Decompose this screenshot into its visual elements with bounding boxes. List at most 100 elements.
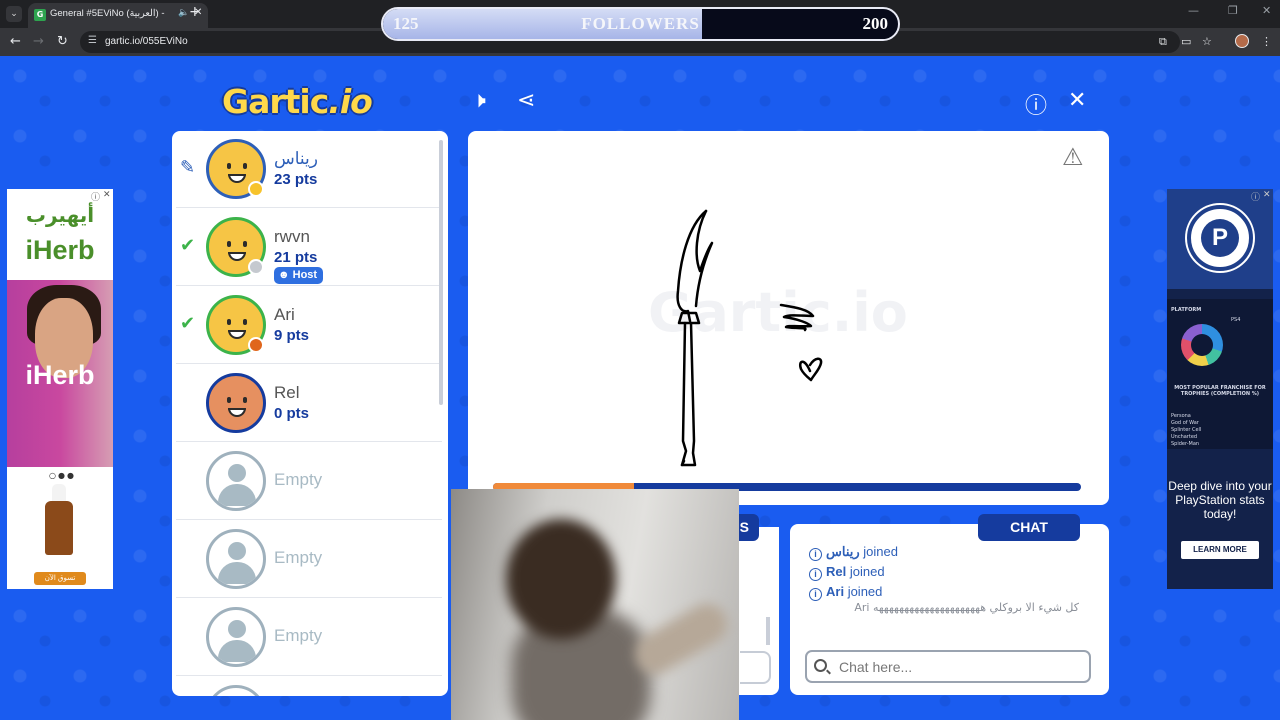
status-badge [248, 337, 264, 353]
ad-info-icon[interactable]: ⓘ [91, 190, 100, 203]
player-name: ريناس [274, 149, 319, 168]
ad-header: P [1167, 189, 1273, 289]
empty-label: Empty [274, 548, 323, 567]
logo-suffix: .io [328, 82, 373, 121]
player-points: 23 pts [274, 171, 318, 188]
tab-search-icon[interactable]: ⌄ [6, 6, 22, 22]
drawing-canvas[interactable]: Gartic.io ⚠ [468, 131, 1109, 505]
bottle-image [45, 501, 73, 555]
ad-ps4-label: PS4 [1231, 317, 1241, 323]
site-info-icon[interactable]: ☰ [88, 35, 97, 46]
new-tab-button[interactable]: + [189, 4, 201, 20]
sound-icon[interactable]: 🕨 [472, 88, 486, 113]
empty-slot: Empty [176, 443, 442, 520]
ad-game: Spider-Man [1171, 441, 1200, 447]
player-points: 9 pts [274, 327, 310, 344]
player-row: ✔ Ari 9 pts [176, 287, 442, 364]
left-ad[interactable]: ⓘ ✕ أيهيرب iHerb iHerb ○●● تسوق الآن [7, 189, 113, 589]
ad-photo: iHerb [7, 280, 113, 467]
empty-slot: Empty [176, 599, 442, 676]
followers-label: FOLLOWERS [581, 14, 700, 33]
empty-avatar-icon [206, 529, 266, 589]
bottle-icon [52, 484, 66, 502]
reload-icon[interactable]: ↻ [57, 34, 68, 49]
players-scrollbar[interactable] [439, 140, 443, 405]
empty-label: Empty [274, 470, 323, 489]
info-icon: i [809, 568, 822, 581]
info-icon[interactable]: ⓘ [1025, 88, 1047, 120]
player-row: ✔ rwvn 21 pts ☻ Host [176, 209, 442, 286]
exit-icon[interactable]: ✕ [1068, 88, 1086, 113]
forward-arrow-icon[interactable]: → [33, 34, 44, 49]
donut-chart-icon [1181, 324, 1223, 366]
bookmark-star-icon[interactable]: ☆ [1202, 35, 1212, 48]
player-points: 0 pts [274, 405, 310, 422]
empty-avatar-icon [206, 607, 266, 667]
answer-input[interactable] [740, 651, 771, 684]
pencil-icon: ✎ [180, 157, 196, 178]
gartic-logo[interactable]: Gartic.io [222, 82, 373, 121]
logo-text: Gartic [222, 82, 329, 121]
player-row: Rel 0 pts [176, 365, 442, 442]
chat-user: Rel [826, 564, 847, 579]
followers-goal: 200 [862, 14, 889, 33]
back-arrow-icon[interactable]: ← [10, 34, 21, 49]
ad-shop-button[interactable]: تسوق الآن [34, 572, 86, 585]
browser-tab[interactable]: G General #5EViNo (العربية) - 🔈 ✕ [28, 3, 208, 28]
cast-icon[interactable]: ▭ [1181, 35, 1191, 48]
chat-input-box[interactable] [805, 650, 1091, 683]
ad-game: Persona [1171, 413, 1191, 419]
check-icon: ✔ [180, 235, 196, 256]
status-badge [248, 259, 264, 275]
followers-goal-bar: 125 FOLLOWERS 200 [381, 7, 900, 41]
chat-join-line: i ريناس joined [809, 544, 898, 561]
info-icon: i [809, 588, 822, 601]
player-name: Rel [274, 383, 300, 402]
right-ad[interactable]: P ⓘ ✕ PLATFORM PS4 MOST POPULAR FRANCHIS… [1167, 189, 1273, 589]
chat-input[interactable] [839, 657, 1079, 677]
url-text[interactable]: gartic.io/055EViNo [105, 36, 188, 47]
empty-label: Empty [274, 626, 323, 645]
chat-tab[interactable]: CHAT [978, 514, 1080, 541]
profile-avatar[interactable] [1235, 34, 1249, 48]
learn-more-button[interactable]: LEARN MORE [1181, 541, 1259, 559]
status-badge [248, 181, 264, 197]
ad-chart: PLATFORM PS4 MOST POPULAR FRANCHISE FOR … [1167, 299, 1273, 449]
maximize-icon[interactable]: ❐ [1228, 4, 1238, 17]
empty-avatar-icon [206, 451, 266, 511]
search-icon [814, 659, 827, 672]
player-points: 21 pts [274, 249, 318, 266]
minimize-icon[interactable]: — [1188, 4, 1199, 17]
player-name: Ari [274, 305, 295, 324]
chat-user: ريناس [826, 544, 860, 559]
ad-close-icon[interactable]: ✕ [1263, 190, 1271, 200]
player-row: ✎ ريناس 23 pts [176, 131, 442, 208]
drawing-strokes [676, 209, 823, 467]
answers-scrollbar[interactable] [766, 617, 770, 645]
player-name: rwvn [274, 227, 310, 246]
ad-game: Uncharted [1171, 434, 1198, 440]
gartic-favicon-icon: G [34, 9, 46, 21]
carousel-dots[interactable]: ○●● [49, 471, 76, 480]
chat-text: joined [863, 544, 898, 559]
ad-info-icon[interactable]: ⓘ [1251, 190, 1260, 203]
chat-text: joined [849, 564, 885, 579]
ad-close-icon[interactable]: ✕ [103, 190, 111, 200]
players-panel: ✎ ريناس 23 pts ✔ rwvn 21 pts ☻ Host ✔ Ar… [172, 131, 448, 696]
host-badge: ☻ Host [274, 267, 324, 284]
window-close-icon[interactable]: ✕ [1262, 4, 1271, 17]
kebab-menu-icon[interactable]: ⋮ [1261, 35, 1272, 48]
ad-arabic-brand: أيهيرب [25, 203, 95, 227]
translate-icon[interactable]: ⧉ [1159, 35, 1167, 49]
host-label: Host [292, 269, 318, 281]
share-icon[interactable]: ⋖ [517, 88, 535, 113]
speaker-icon[interactable]: 🔈 [178, 8, 189, 18]
check-icon: ✔ [180, 313, 196, 334]
chat-join-line: i Ari joined [809, 584, 882, 601]
ad-body-text: Deep dive into your PlayStation stats to… [1168, 479, 1272, 521]
tab-title: General #5EViNo (العربية) - [50, 8, 165, 19]
avatar [206, 373, 266, 433]
empty-avatar-icon [206, 685, 266, 696]
chat-join-line: i Rel joined [809, 564, 885, 581]
chat-message: كل شيء الا بروكلي هههههههههههههههههههههه… [854, 601, 1079, 614]
